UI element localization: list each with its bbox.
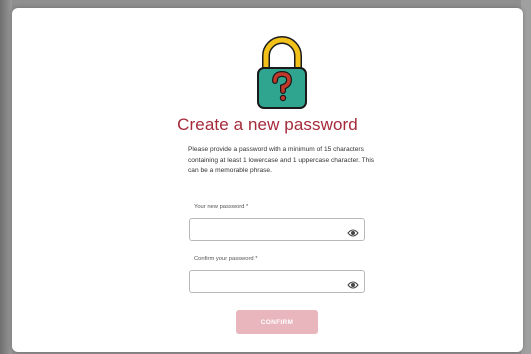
new-password-input[interactable]	[190, 219, 340, 240]
new-password-field[interactable]	[189, 218, 365, 241]
confirm-password-field[interactable]	[189, 270, 365, 293]
background-overlay	[0, 0, 12, 354]
eye-icon[interactable]	[347, 277, 359, 289]
eye-icon[interactable]	[347, 225, 359, 237]
lock-question-icon	[252, 34, 312, 110]
instructions-text: Please provide a password with a minimum…	[188, 146, 375, 174]
new-password-label: Your new password *	[194, 204, 249, 210]
password-dialog: Create a new password Please provide a p…	[12, 8, 523, 352]
confirm-password-label: Confirm your password *	[194, 256, 258, 262]
dialog-title: Create a new password	[177, 115, 358, 134]
confirm-button[interactable]: CONFIRM	[236, 310, 318, 334]
confirm-password-input[interactable]	[190, 271, 340, 292]
